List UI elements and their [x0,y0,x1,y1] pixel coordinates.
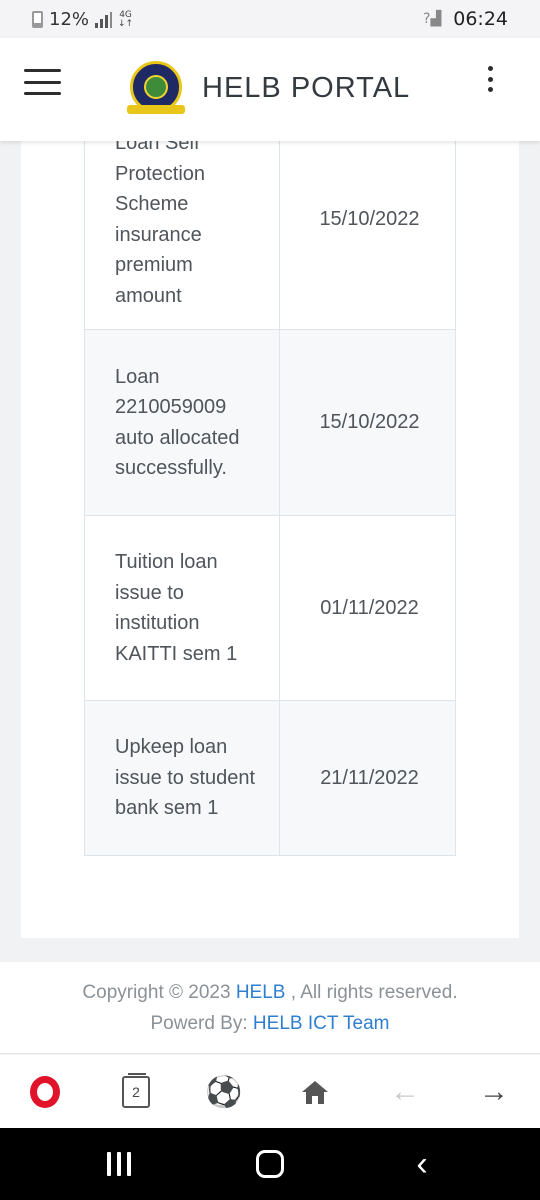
transactions-table: Loan Self Protection Scheme insurance pr… [84,141,456,856]
table-cell-date: 15/10/2022 [319,411,420,433]
tabs-icon[interactable]: 2 [119,1073,153,1109]
powered-by-line: Powerd By: HELB ICT Team [0,1013,540,1035]
hamburger-icon[interactable] [24,69,61,95]
table-row: Loan Self Protection Scheme insurance pr… [85,141,455,329]
rights-text: , All rights reserved. [290,982,458,1003]
tab-count: 2 [122,1073,150,1108]
soccer-ball-icon[interactable]: ⚽ [205,1075,242,1109]
table-cell-date: 21/11/2022 [320,766,419,789]
battery-level: 12% [49,9,90,30]
system-back-icon[interactable]: ‹ [405,1145,439,1183]
app-header: HELB PORTAL [0,38,540,141]
clock: 06:24 [453,8,508,30]
browser-toolbar: 2 ⚽ ← → [0,1055,540,1128]
table-row: Tuition loan issue to institution KAITTI… [85,515,455,700]
table-row: Upkeep loan issue to student bank sem 1 … [85,700,455,855]
helb-ict-team-link[interactable]: HELB ICT Team [253,1013,390,1034]
powered-by-text: Powerd By: [150,1013,248,1034]
status-right: ?▟ 06:24 [423,8,508,30]
page-footer: Copyright © 2023 HELB , All rights reser… [0,962,540,1054]
table-cell-date: 15/10/2022 [319,208,420,230]
table-row: Loan 2210059009 auto allocated successfu… [85,329,455,515]
status-left: 12% 4G ↓↑ [32,9,133,30]
opera-icon[interactable] [28,1075,62,1109]
helb-link[interactable]: HELB [236,982,286,1003]
copyright-line: Copyright © 2023 HELB , All rights reser… [0,982,540,1004]
content-card: Loan Self Protection Scheme insurance pr… [21,141,519,938]
back-arrow-icon[interactable]: ← [388,1075,422,1109]
page-title: HELB PORTAL [202,72,411,104]
network-type-icon: 4G ↓↑ [118,9,134,29]
signal-icon [95,11,113,28]
table-cell-description: Upkeep loan issue to student bank sem 1 [85,701,280,855]
more-vertical-icon[interactable] [486,66,494,92]
no-signal-icon: ?▟ [423,11,442,27]
system-home-icon[interactable] [252,1146,288,1182]
helb-logo [127,61,185,114]
status-bar: 12% 4G ↓↑ ?▟ 06:24 [0,0,540,38]
forward-arrow-icon[interactable]: → [477,1075,511,1109]
home-icon[interactable] [298,1075,332,1109]
system-nav-bar: ‹ [0,1128,540,1200]
battery-icon [32,11,43,28]
recent-apps-icon[interactable] [102,1146,136,1182]
copyright-text: Copyright © 2023 [82,982,231,1003]
table-cell-date: 01/11/2022 [320,596,419,619]
table-cell-description: Loan 2210059009 auto allocated successfu… [85,330,280,515]
table-cell-description: Tuition loan issue to institution KAITTI… [85,516,280,700]
table-cell-description: Loan Self Protection Scheme insurance pr… [85,141,280,329]
